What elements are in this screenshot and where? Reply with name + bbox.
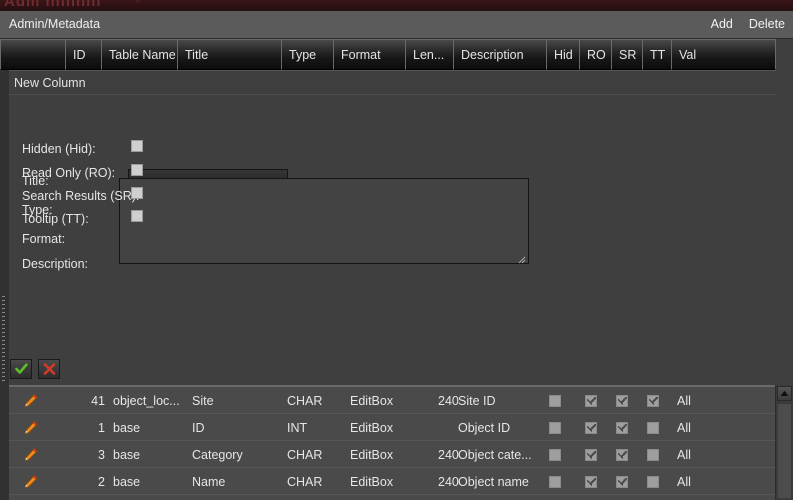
cell-sr-checkbox[interactable] bbox=[616, 476, 628, 488]
cell-type: CHAR bbox=[287, 447, 323, 462]
editor-divider bbox=[9, 94, 776, 95]
cell-ro-checkbox[interactable] bbox=[585, 476, 597, 488]
cell-tt-checkbox[interactable] bbox=[647, 476, 659, 488]
scroll-up-arrow-icon[interactable] bbox=[777, 386, 792, 401]
cell-val: All bbox=[677, 474, 691, 489]
add-button[interactable]: Add bbox=[711, 17, 733, 31]
cell-id: 3 bbox=[98, 447, 105, 462]
cell-type: CHAR bbox=[287, 393, 323, 408]
delete-button[interactable]: Delete bbox=[749, 17, 785, 31]
cell-id: 2 bbox=[98, 474, 105, 489]
search-results-checkbox[interactable] bbox=[131, 187, 143, 199]
cell-title: Name bbox=[192, 474, 226, 489]
editor-section-title: New Column bbox=[14, 76, 86, 90]
resize-grip-icon[interactable] bbox=[517, 253, 526, 264]
edit-pencil-icon[interactable] bbox=[23, 474, 39, 490]
cell-table-name: base bbox=[113, 420, 141, 435]
cell-title: Category bbox=[192, 447, 243, 462]
column-header-val[interactable]: Val bbox=[672, 39, 776, 70]
cell-sr-checkbox[interactable] bbox=[616, 422, 628, 434]
metadata-grid: 41 object_loc... Site CHAR EditBox 240 Site ID… bbox=[9, 387, 776, 500]
column-header-table-name[interactable]: Table Name bbox=[102, 39, 178, 70]
cell-ro-checkbox[interactable] bbox=[585, 449, 597, 461]
cell-description: Object cate... bbox=[458, 447, 532, 462]
scrollbar-thumb[interactable] bbox=[777, 403, 792, 499]
read-only-checkbox-label: Read Only (RO): bbox=[22, 166, 116, 180]
window-title-ghost-2: x bbox=[135, 0, 141, 6]
cell-format: EditBox bbox=[350, 447, 394, 462]
edit-pencil-icon[interactable] bbox=[23, 447, 39, 463]
read-only-checkbox[interactable] bbox=[131, 164, 143, 176]
column-header-sr[interactable]: SR bbox=[612, 39, 643, 70]
cell-description: Object name bbox=[458, 474, 529, 489]
vertical-scrollbar[interactable] bbox=[775, 385, 793, 500]
table-row[interactable]: 1 base ID INT EditBox Object ID All bbox=[9, 414, 776, 441]
drag-grip[interactable] bbox=[2, 296, 5, 382]
column-header-id[interactable]: ID bbox=[66, 39, 102, 70]
column-header-blank[interactable] bbox=[0, 39, 66, 70]
cell-format: EditBox bbox=[350, 474, 394, 489]
cell-type: INT bbox=[287, 420, 308, 435]
table-row[interactable]: 2 base Name CHAR EditBox 240 Object name All bbox=[9, 468, 776, 495]
cell-id: 41 bbox=[91, 393, 105, 408]
edit-pencil-icon[interactable] bbox=[23, 420, 39, 436]
window-title-strip: Adm nnnnnl x bbox=[0, 0, 793, 11]
column-header-len[interactable]: Len... bbox=[406, 39, 454, 70]
column-header-ro[interactable]: RO bbox=[580, 39, 612, 70]
cell-tt-checkbox[interactable] bbox=[647, 395, 659, 407]
grid-column-headers: ID Table Name Title Type Format Len... Descrip… bbox=[0, 39, 793, 71]
cell-ro-checkbox[interactable] bbox=[585, 422, 597, 434]
cell-type: CHAR bbox=[287, 474, 323, 489]
cell-hid-checkbox[interactable] bbox=[549, 422, 561, 434]
column-header-type[interactable]: Type bbox=[282, 39, 334, 70]
cell-title: Site bbox=[192, 393, 214, 408]
column-header-tt[interactable]: TT bbox=[643, 39, 672, 70]
description-textarea[interactable] bbox=[119, 178, 529, 264]
cell-table-name: object_loc... bbox=[113, 393, 180, 408]
cell-sr-checkbox[interactable] bbox=[616, 395, 628, 407]
format-label: Format: bbox=[22, 232, 66, 246]
cell-id: 1 bbox=[98, 420, 105, 435]
cell-ro-checkbox[interactable] bbox=[585, 395, 597, 407]
cell-hid-checkbox[interactable] bbox=[549, 395, 561, 407]
cell-sr-checkbox[interactable] bbox=[616, 449, 628, 461]
cell-hid-checkbox[interactable] bbox=[549, 476, 561, 488]
column-header-format[interactable]: Format bbox=[334, 39, 406, 70]
application-window: Adm nnnnnl x Admin/Metadata Add Delete I… bbox=[0, 0, 793, 500]
cell-tt-checkbox[interactable] bbox=[647, 449, 659, 461]
table-row[interactable]: 3 base Category CHAR EditBox 240 Object cate..… bbox=[9, 441, 776, 468]
editor-action-buttons bbox=[10, 359, 60, 379]
cancel-button[interactable] bbox=[38, 359, 60, 379]
tooltip-checkbox-label: Tooltip (TT): bbox=[22, 212, 89, 226]
accept-button[interactable] bbox=[10, 359, 32, 379]
cell-title: ID bbox=[192, 420, 205, 435]
hidden-checkbox-label: Hidden (Hid): bbox=[22, 142, 96, 156]
cell-table-name: base bbox=[113, 474, 141, 489]
page-header: Admin/Metadata Add Delete bbox=[0, 11, 793, 39]
cell-tt-checkbox[interactable] bbox=[647, 422, 659, 434]
column-header-description[interactable]: Description bbox=[454, 39, 547, 70]
cell-description: Site ID bbox=[458, 393, 496, 408]
cell-val: All bbox=[677, 393, 691, 408]
cell-val: All bbox=[677, 447, 691, 462]
header-actions: Add Delete bbox=[711, 17, 785, 31]
window-title-ghost: Adm nnnnnl bbox=[4, 0, 102, 10]
cell-val: All bbox=[677, 420, 691, 435]
search-results-checkbox-label: Search Results (SR): bbox=[22, 189, 140, 203]
table-row[interactable]: 41 object_loc... Site CHAR EditBox 240 Site ID… bbox=[9, 387, 776, 414]
right-rail bbox=[776, 39, 793, 385]
column-header-hid[interactable]: Hid bbox=[547, 39, 580, 70]
cell-format: EditBox bbox=[350, 393, 394, 408]
column-header-title[interactable]: Title bbox=[178, 39, 282, 70]
description-label: Description: bbox=[22, 257, 88, 271]
page-title: Admin/Metadata bbox=[9, 17, 101, 31]
new-column-editor-panel: New Column Title: Type: CHAR Length: For… bbox=[9, 70, 776, 385]
hidden-checkbox[interactable] bbox=[131, 140, 143, 152]
cell-table-name: base bbox=[113, 447, 141, 462]
cell-description: Object ID bbox=[458, 420, 511, 435]
edit-pencil-icon[interactable] bbox=[23, 393, 39, 409]
cell-format: EditBox bbox=[350, 420, 394, 435]
cell-hid-checkbox[interactable] bbox=[549, 449, 561, 461]
tooltip-checkbox[interactable] bbox=[131, 210, 143, 222]
